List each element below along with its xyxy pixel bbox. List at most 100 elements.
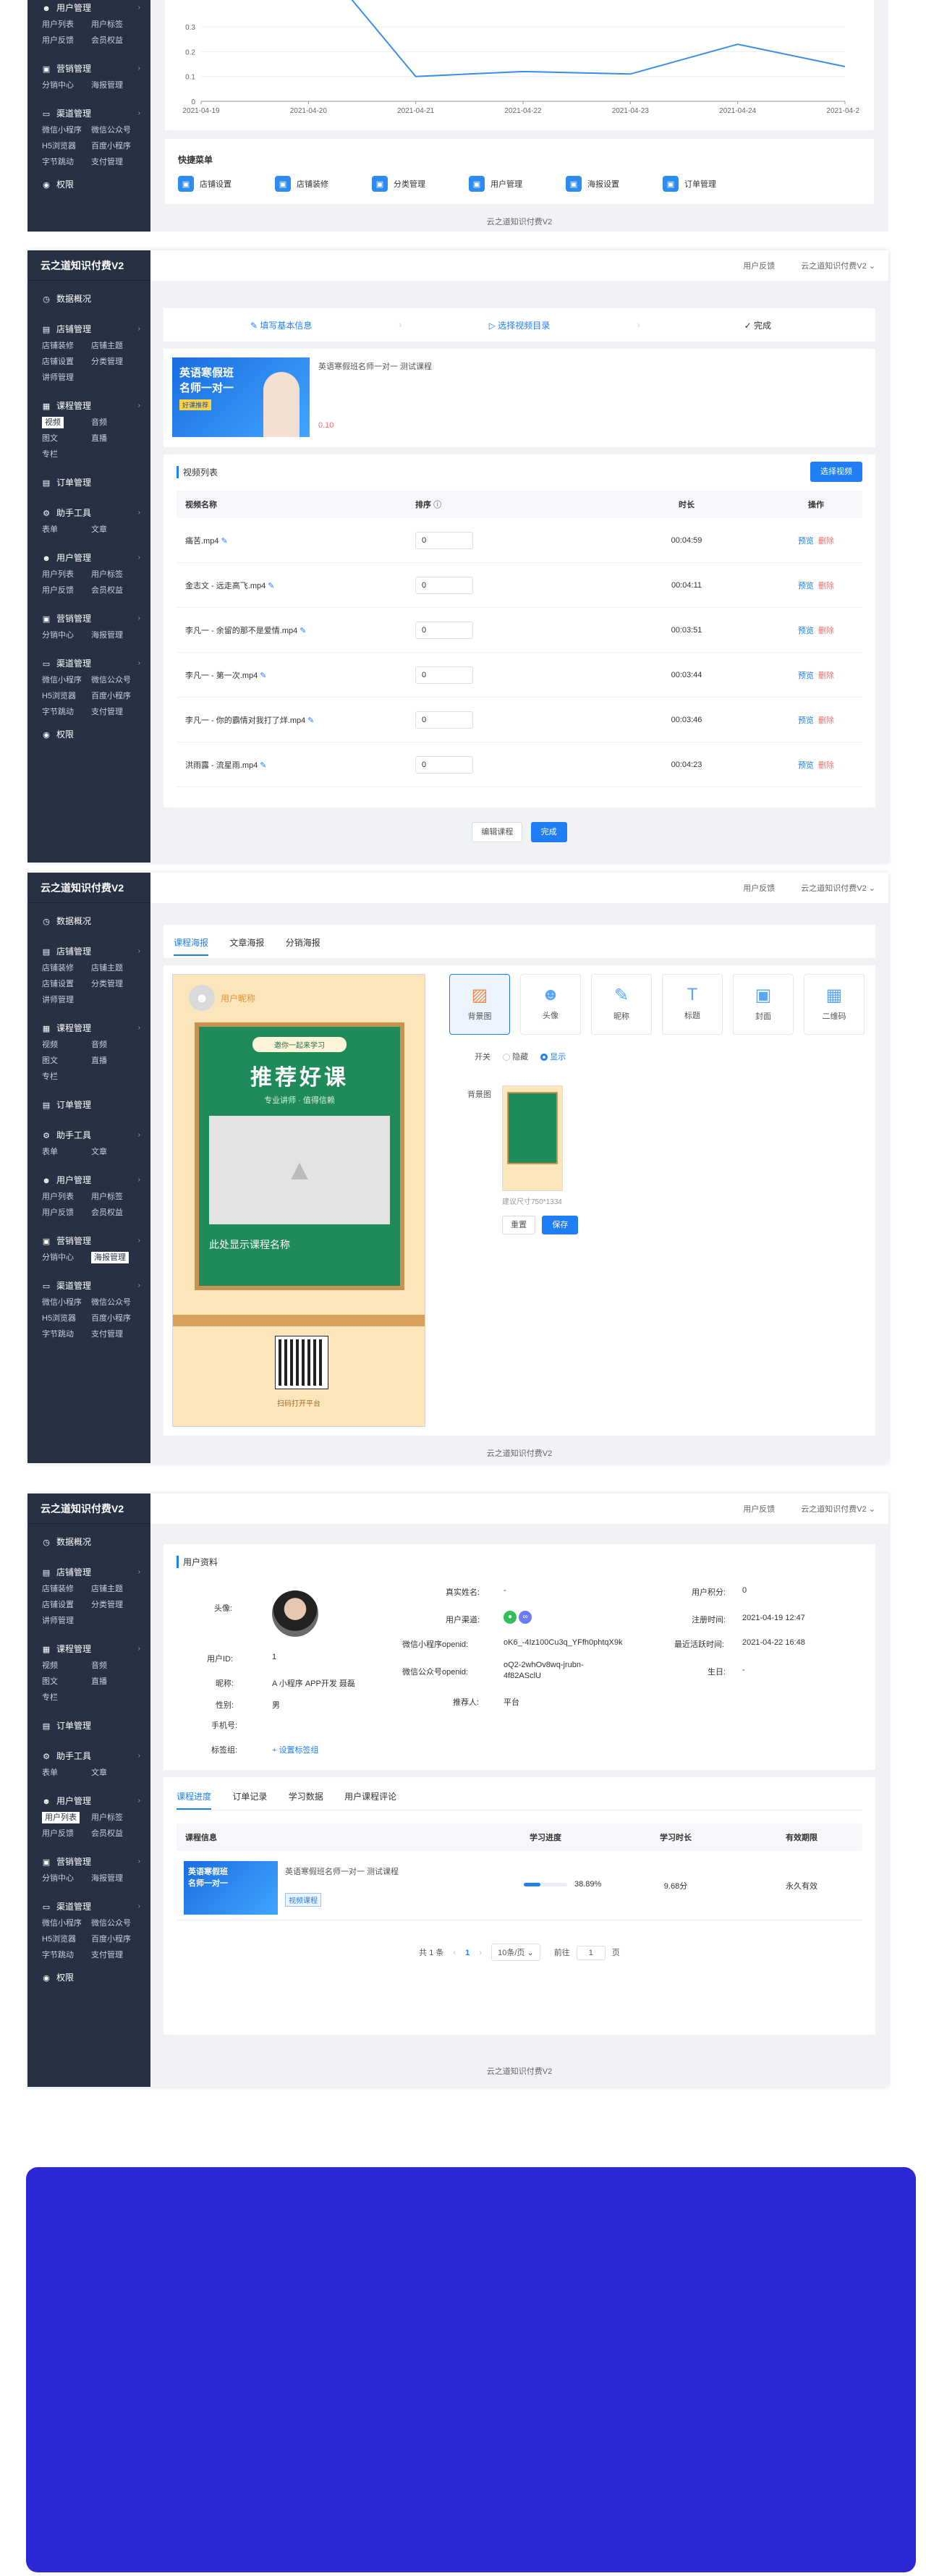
sidebar-item-form[interactable]: 表单 <box>42 1767 91 1779</box>
sidebar-item-h5[interactable]: H5浏览器 <box>42 140 91 152</box>
sidebar-item-payment[interactable]: 支付管理 <box>91 1949 140 1961</box>
sort-input[interactable]: 0 <box>415 666 473 684</box>
sidebar-item-wx-oa[interactable]: 微信公众号 <box>91 1918 140 1929</box>
sidebar-item-baidu[interactable]: 百度小程序 <box>91 690 140 702</box>
sidebar-item-wx-oa[interactable]: 微信公众号 <box>91 674 140 686</box>
poster-tool-3[interactable]: T 标题 <box>662 974 723 1035</box>
quick-menu-item[interactable]: ▣ 店铺设置 <box>178 176 232 192</box>
sidebar-item-orders[interactable]: ▤ 订单管理 <box>27 1097 150 1113</box>
sidebar-item-wx-mini[interactable]: 微信小程序 <box>42 124 91 136</box>
prev-page-icon[interactable]: ‹ <box>453 1949 456 1957</box>
sidebar-group-shop[interactable]: ▤ 店铺管理 › <box>27 321 150 337</box>
quick-menu-item[interactable]: ▣ 分类管理 <box>372 176 425 192</box>
sidebar-item-payment[interactable]: 支付管理 <box>91 1329 140 1340</box>
tab-course-comments[interactable]: 用户课程评论 <box>344 1790 396 1808</box>
sidebar-item-user-list[interactable]: 用户列表 <box>42 19 91 30</box>
sidebar-item-member-rights[interactable]: 会员权益 <box>91 1207 140 1219</box>
sidebar-item-shop-theme[interactable]: 店铺主题 <box>91 962 140 974</box>
sidebar-group-permission[interactable]: ◉ 权限 <box>27 726 150 742</box>
sidebar-item-user-feedback[interactable]: 用户反馈 <box>42 1828 91 1839</box>
tab-course-progress[interactable]: 课程进度 <box>177 1790 212 1810</box>
hide-radio[interactable]: 隐藏 <box>503 1053 528 1062</box>
sidebar-item-category[interactable]: 分类管理 <box>91 978 140 990</box>
sidebar-item-distribution[interactable]: 分销中心 <box>42 80 91 91</box>
edit-course-button[interactable]: 编辑课程 <box>472 822 523 842</box>
sidebar-item-shop-settings[interactable]: 店铺设置 <box>42 356 91 368</box>
sidebar-item-articles[interactable]: 文章 <box>91 1767 140 1779</box>
poster-tool-5[interactable]: ▦ 二维码 <box>804 974 865 1035</box>
preview-link[interactable]: 预览 <box>798 761 814 770</box>
sidebar-item-baidu[interactable]: 百度小程序 <box>91 140 140 152</box>
tab-study-data[interactable]: 学习数据 <box>289 1790 323 1808</box>
sidebar-item-shop-theme[interactable]: 店铺主题 <box>91 340 140 352</box>
sidebar-item-orders[interactable]: ▤ 订单管理 <box>27 1718 150 1734</box>
sort-input[interactable]: 0 <box>415 755 473 774</box>
sidebar-group-channel[interactable]: ▭ 渠道管理 › <box>27 106 150 122</box>
sidebar-item-bytedance[interactable]: 字节跳动 <box>42 1329 91 1340</box>
user-menu[interactable]: 云之道知识付费V2 ⌄ <box>801 260 875 271</box>
sidebar-item-audio[interactable]: 音频 <box>91 1660 140 1672</box>
sidebar-item-article[interactable]: 图文 <box>42 1055 91 1067</box>
sidebar-item-wx-oa[interactable]: 微信公众号 <box>91 124 140 136</box>
sidebar-group-shop[interactable]: ▤ 店铺管理 › <box>27 1564 150 1580</box>
goto-page-input[interactable]: 1 <box>576 1946 606 1960</box>
sidebar-group-permission[interactable]: ◉ 权限 <box>27 177 150 192</box>
feedback-link[interactable]: 用户反馈 <box>743 260 775 271</box>
sidebar-item-audio[interactable]: 音频 <box>91 1039 140 1051</box>
page-1[interactable]: 1 <box>465 1949 470 1957</box>
sidebar-item-member-rights[interactable]: 会员权益 <box>91 35 140 46</box>
quick-menu-item[interactable]: ▣ 用户管理 <box>469 176 522 192</box>
sidebar-group-permission[interactable]: ◉ 权限 <box>27 1970 150 1986</box>
sidebar-item-video[interactable]: 视频 <box>42 1039 91 1051</box>
sidebar-item-overview[interactable]: ◷ 数据概况 <box>27 913 150 929</box>
preview-link[interactable]: 预览 <box>798 537 814 546</box>
sort-input[interactable]: 0 <box>415 576 473 594</box>
user-menu[interactable]: 云之道知识付费V2 ⌄ <box>801 1503 875 1514</box>
sidebar-item-distribution[interactable]: 分销中心 <box>42 1873 91 1884</box>
sidebar-group-assistant[interactable]: ⚙ 助手工具 › <box>27 1748 150 1764</box>
sidebar-item-articles[interactable]: 文章 <box>91 1146 140 1158</box>
sidebar-item-user-list[interactable]: 用户列表 <box>42 1191 91 1203</box>
poster-tool-0[interactable]: ▨ 背景图 <box>449 974 510 1035</box>
set-tags-link[interactable]: + 设置标签组 <box>272 1744 318 1755</box>
sidebar-item-posters[interactable]: 海报管理 <box>91 1252 129 1263</box>
sidebar-item-posters[interactable]: 海报管理 <box>91 1873 140 1884</box>
quick-menu-item[interactable]: ▣ 海报设置 <box>566 176 619 192</box>
sidebar-group-marketing[interactable]: ▣ 营销管理 › <box>27 1233 150 1249</box>
poster-tool-4[interactable]: ▣ 封面 <box>733 974 794 1035</box>
sidebar-item-user-tags[interactable]: 用户标签 <box>91 1812 140 1823</box>
edit-icon[interactable]: ✎ <box>307 716 314 725</box>
sidebar-item-video[interactable]: 视频 <box>42 1660 91 1672</box>
sidebar-group-course[interactable]: ▦ 课程管理 › <box>27 1020 150 1036</box>
select-video-button[interactable]: 选择视频 <box>810 462 862 482</box>
sidebar-group-user[interactable]: ☻ 用户管理 › <box>27 550 150 566</box>
edit-icon[interactable]: ✎ <box>260 671 266 680</box>
sidebar-item-audio[interactable]: 音频 <box>91 417 140 428</box>
sidebar-item-article[interactable]: 图文 <box>42 433 91 444</box>
delete-link[interactable]: 删除 <box>818 627 834 635</box>
sort-input[interactable]: 0 <box>415 531 473 549</box>
sidebar-item-overview[interactable]: ◷ 数据概况 <box>27 1534 150 1550</box>
sidebar-item-column[interactable]: 专栏 <box>42 1692 91 1703</box>
sidebar-item-shop-decor[interactable]: 店铺装修 <box>42 962 91 974</box>
sidebar-item-shop-settings[interactable]: 店铺设置 <box>42 1599 91 1611</box>
sidebar-item-distribution[interactable]: 分销中心 <box>42 1252 91 1263</box>
delete-link[interactable]: 删除 <box>818 716 834 725</box>
sidebar-item-live[interactable]: 直播 <box>91 433 140 444</box>
delete-link[interactable]: 删除 <box>818 671 834 680</box>
sidebar-item-column[interactable]: 专栏 <box>42 1071 91 1082</box>
sidebar-item-form[interactable]: 表单 <box>42 1146 91 1158</box>
sidebar-group-user[interactable]: ☻ 用户管理 › <box>27 1172 150 1188</box>
sidebar-group-assistant[interactable]: ⚙ 助手工具 › <box>27 505 150 521</box>
sidebar-item-distribution[interactable]: 分销中心 <box>42 630 91 641</box>
edit-icon[interactable]: ✎ <box>268 582 274 590</box>
sidebar-item-wx-mini[interactable]: 微信小程序 <box>42 674 91 686</box>
sidebar-item-teacher[interactable]: 讲师管理 <box>42 1615 91 1627</box>
sidebar-item-category[interactable]: 分类管理 <box>91 356 140 368</box>
sidebar-item-live[interactable]: 直播 <box>91 1676 140 1687</box>
preview-link[interactable]: 预览 <box>798 716 814 725</box>
show-radio[interactable]: 显示 <box>540 1053 566 1062</box>
user-menu[interactable]: 云之道知识付费V2 ⌄ <box>801 882 875 894</box>
sidebar-item-form[interactable]: 表单 <box>42 524 91 535</box>
sidebar-item-shop-settings[interactable]: 店铺设置 <box>42 978 91 990</box>
